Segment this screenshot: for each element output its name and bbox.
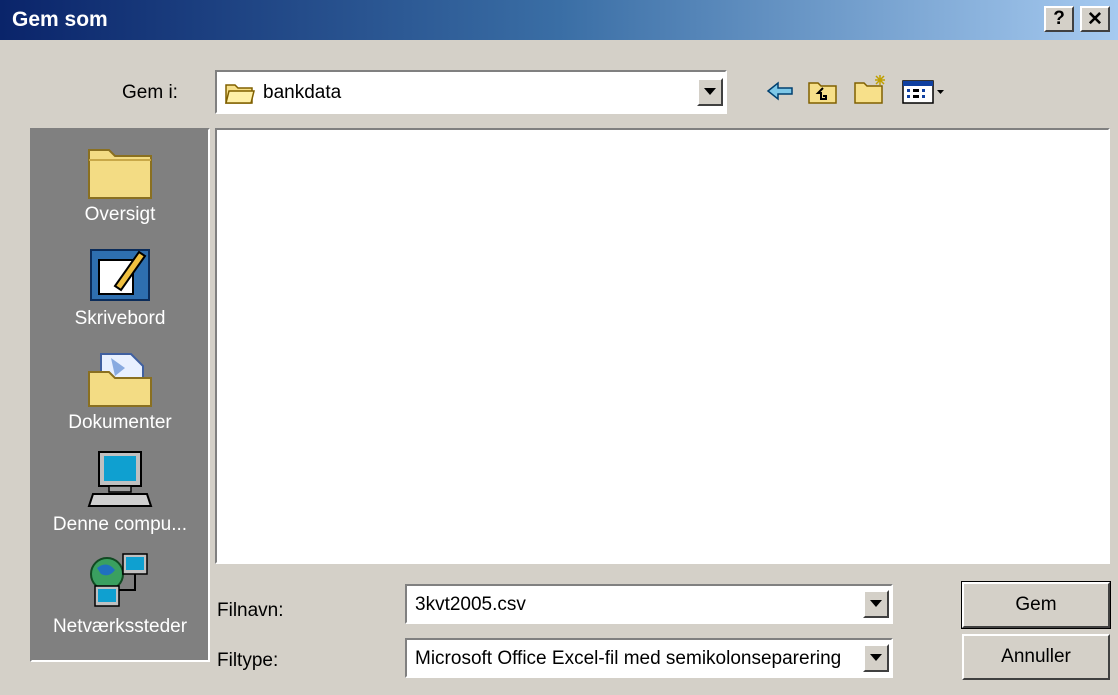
save-in-value: bankdata: [263, 82, 342, 103]
filename-input[interactable]: 3kvt2005.csv: [405, 584, 893, 624]
filename-dropdown-button[interactable]: [863, 590, 889, 618]
desktop-icon: [90, 249, 150, 301]
back-arrow-icon[interactable]: [766, 80, 794, 102]
window-title: Gem som: [12, 8, 108, 31]
close-icon: ✕: [1087, 8, 1103, 30]
title-bar: Gem som ? ✕: [0, 0, 1118, 42]
help-button[interactable]: ?: [1044, 6, 1074, 32]
place-netvaerkssteder[interactable]: Netværkssteder: [32, 552, 208, 638]
filetype-dropdown-button[interactable]: [863, 644, 889, 672]
file-list[interactable]: [215, 128, 1110, 564]
cancel-button[interactable]: Annuller: [962, 634, 1110, 680]
chevron-down-icon: [870, 654, 882, 661]
documents-icon: [88, 353, 152, 407]
folder-icon: [88, 149, 152, 199]
save-in-label: Gem i:: [122, 82, 178, 103]
help-icon: ?: [1053, 8, 1065, 29]
computer-icon: [87, 451, 153, 507]
close-button[interactable]: ✕: [1080, 6, 1110, 32]
chevron-down-icon: [704, 88, 716, 95]
place-dokumenter[interactable]: Dokumenter: [32, 350, 208, 434]
up-folder-icon[interactable]: [808, 80, 838, 104]
filetype-dropdown[interactable]: Microsoft Office Excel-fil med semikolon…: [405, 638, 893, 678]
filename-label: Filnavn:: [217, 600, 284, 621]
place-denne-computer[interactable]: Denne compu...: [32, 450, 208, 536]
new-folder-icon[interactable]: [854, 74, 888, 104]
save-in-dropdown[interactable]: bankdata: [215, 70, 727, 114]
chevron-down-icon: [870, 600, 882, 607]
filetype-value: Microsoft Office Excel-fil med semikolon…: [415, 648, 842, 669]
open-folder-icon: [225, 84, 255, 104]
places-bar: Oversigt Skrivebord Dokumenter Denne com…: [30, 128, 210, 662]
network-icon: [90, 553, 148, 607]
filetype-label: Filtype:: [217, 650, 279, 671]
view-menu-icon[interactable]: [902, 80, 946, 104]
place-skrivebord[interactable]: Skrivebord: [32, 246, 208, 330]
save-button[interactable]: Gem: [961, 581, 1111, 629]
filename-value: 3kvt2005.csv: [415, 594, 526, 615]
save-in-dropdown-button[interactable]: [697, 78, 723, 106]
place-oversigt[interactable]: Oversigt: [32, 142, 208, 226]
